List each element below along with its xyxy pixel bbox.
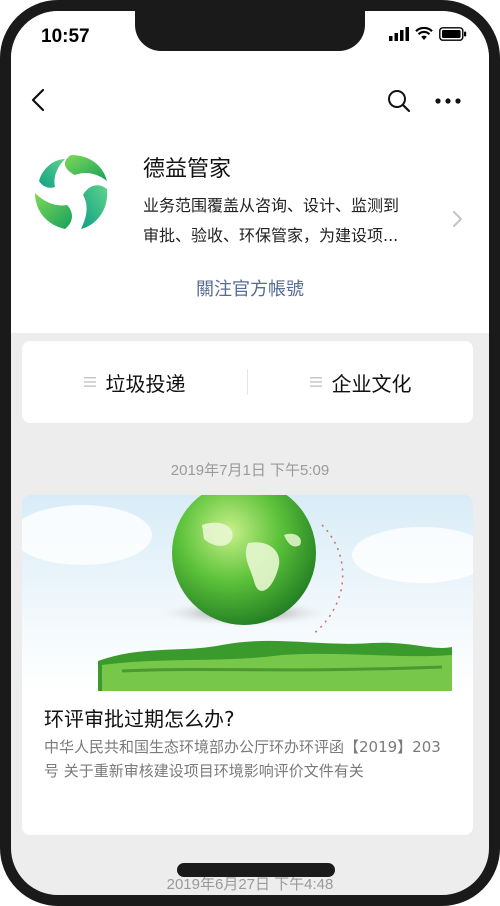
account-menu: 垃圾投递 企业文化	[22, 341, 473, 423]
signal-icon	[389, 27, 409, 41]
back-button[interactable]	[23, 85, 53, 115]
menu-item-label: 垃圾投递	[105, 371, 186, 396]
menu-item-garbage-delivery[interactable]: 垃圾投递	[22, 341, 247, 423]
status-icons	[389, 27, 467, 41]
phone-frame: 10:57 德益管家 业务范围覆盖从咨询、设计、监测到 审批、验收、环保管家，为…	[0, 0, 500, 906]
search-button[interactable]	[385, 87, 413, 115]
chevron-right-icon[interactable]	[451, 209, 465, 229]
menu-item-corporate-culture[interactable]: 企业文化	[248, 341, 473, 423]
account-profile: 德益管家 业务范围覆盖从咨询、设计、监测到 审批、验收、环保管家，为建设项...…	[11, 133, 489, 333]
battery-icon	[439, 27, 467, 41]
account-description-line1: 业务范围覆盖从咨询、设计、监测到	[143, 196, 400, 215]
back-icon	[31, 88, 45, 112]
home-indicator	[177, 863, 335, 877]
account-description[interactable]: 业务范围覆盖从咨询、设计、监测到 审批、验收、环保管家，为建设项...	[143, 191, 443, 251]
menu-lines-icon	[309, 377, 322, 387]
more-icon	[435, 98, 461, 104]
menu-item-label: 企业文化	[331, 371, 412, 396]
menu-lines-icon	[83, 377, 96, 387]
article-summary: 中华人民共和国生态环境部办公厅环办环评函【2019】203号 关于重新审核建设项…	[44, 738, 441, 780]
account-name: 德益管家	[143, 157, 232, 182]
wifi-icon	[415, 27, 433, 40]
navigation-bar	[11, 67, 489, 133]
article-title: 环评审批过期怎么办?	[44, 707, 235, 731]
post-date: 2019年7月1日 下午5:09	[170, 462, 330, 479]
more-button[interactable]	[433, 89, 463, 113]
account-description-line2: 审批、验收、环保管家，为建设项...	[143, 226, 399, 245]
search-icon	[388, 90, 411, 113]
notch	[135, 11, 365, 51]
account-logo	[35, 155, 108, 229]
article-cover-image	[22, 495, 473, 691]
follow-account-link[interactable]: 關注官方帳號	[11, 275, 489, 301]
status-time: 10:57	[41, 26, 90, 47]
article-card[interactable]: 环评审批过期怎么办? 中华人民共和国生态环境部办公厅环办环评函【2019】203…	[22, 495, 473, 835]
